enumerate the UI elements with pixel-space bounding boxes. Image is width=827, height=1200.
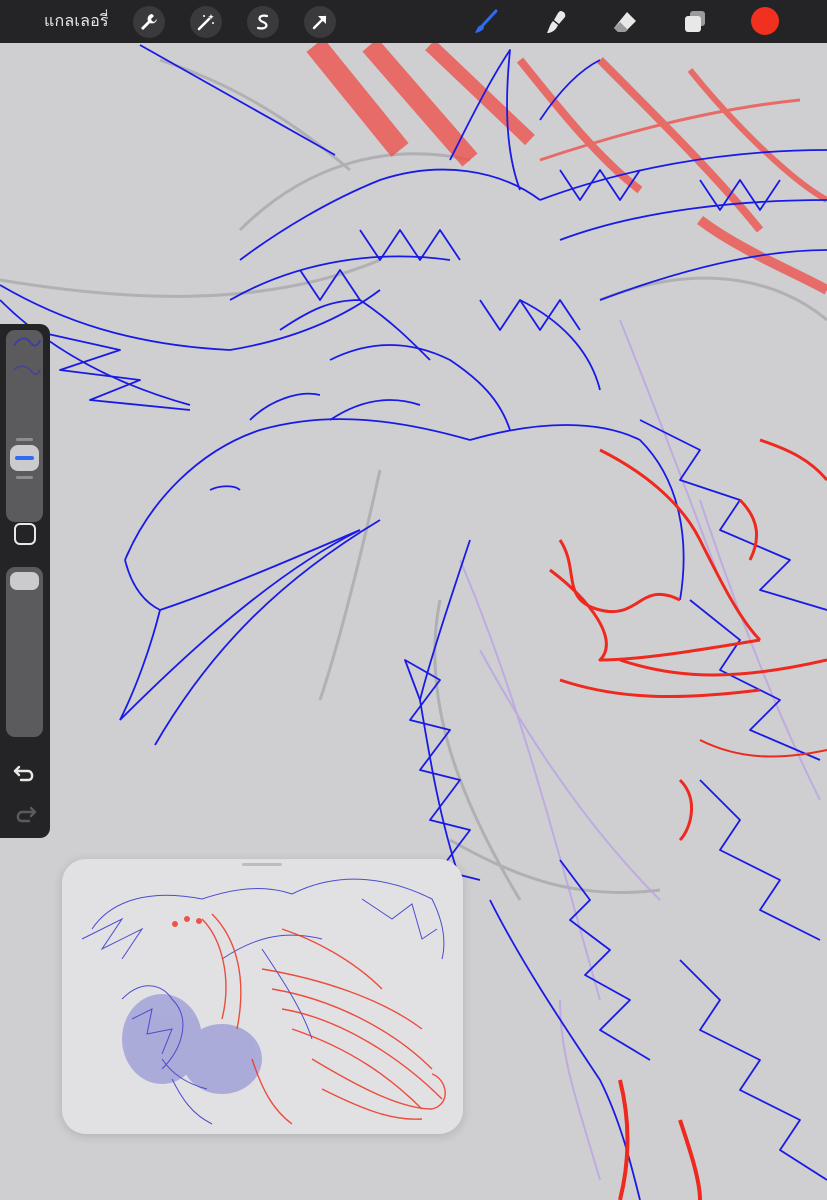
color-picker-button[interactable] (751, 7, 779, 35)
top-toolbar: แกลเลอรี่ (0, 0, 827, 43)
slider-tick (16, 476, 33, 479)
layers-icon[interactable] (679, 6, 711, 38)
size-slider-thumb[interactable] (10, 445, 39, 471)
selection-s-icon[interactable] (247, 6, 279, 38)
redo-icon[interactable] (12, 801, 38, 827)
eraser-icon[interactable] (609, 6, 641, 38)
arrow-transform-icon[interactable] (304, 6, 336, 38)
brush-icon[interactable] (470, 6, 502, 38)
undo-icon[interactable] (12, 760, 38, 786)
opacity-slider-thumb[interactable] (10, 572, 39, 590)
red-line-art (549, 438, 827, 1200)
slider-tick (16, 438, 33, 441)
reference-thumbnail (81, 878, 446, 1125)
left-sidebar (0, 324, 50, 838)
size-preview-stroke (13, 337, 41, 375)
sketch-layer-purple (459, 319, 821, 1181)
modify-button[interactable] (13, 522, 37, 546)
reference-window[interactable] (62, 859, 463, 1134)
magic-wand-icon[interactable] (190, 6, 222, 38)
smudge-icon[interactable] (540, 6, 572, 38)
opacity-slider[interactable] (6, 567, 43, 737)
gallery-button[interactable]: แกลเลอรี่ (44, 9, 109, 34)
reference-grabber[interactable] (242, 863, 282, 866)
wrench-icon[interactable] (133, 6, 165, 38)
brush-size-slider[interactable] (6, 330, 43, 522)
